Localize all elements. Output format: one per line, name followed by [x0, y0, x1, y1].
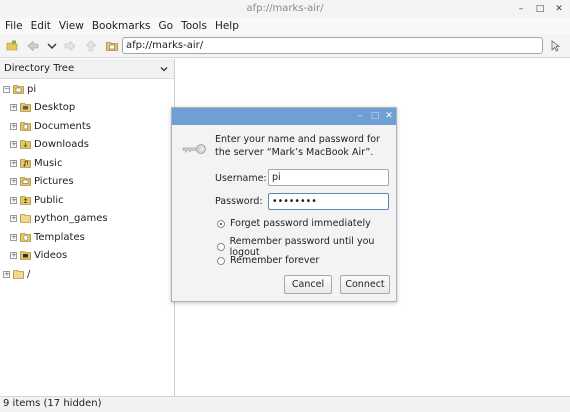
dialog-titlebar[interactable]: – □ ✕ — [172, 108, 396, 125]
expand-icon[interactable]: + — [10, 122, 17, 130]
tree-item-label: Downloads — [34, 138, 89, 150]
expand-icon[interactable]: + — [3, 270, 10, 278]
toolbar: afp://marks-air/ — [0, 34, 570, 58]
expand-icon[interactable]: + — [10, 251, 17, 259]
folder-icon — [13, 269, 24, 279]
tree-item-videos[interactable]: + Videos — [10, 248, 67, 262]
maximize-icon[interactable]: □ — [535, 4, 545, 14]
menu-bookmarks[interactable]: Bookmarks — [92, 20, 151, 32]
public-folder-icon — [20, 195, 31, 205]
tree-item-public[interactable]: + Public — [10, 193, 64, 207]
home-folder-icon[interactable] — [106, 40, 118, 52]
tree-item-pi[interactable]: − pi — [3, 82, 36, 96]
address-bar[interactable]: afp://marks-air/ — [122, 37, 543, 54]
tree-item-label: Music — [34, 157, 63, 169]
expand-icon[interactable]: + — [10, 103, 17, 111]
music-folder-icon — [20, 158, 31, 168]
back-icon[interactable] — [27, 40, 39, 52]
tree-item-music[interactable]: + Music — [10, 156, 62, 170]
dialog-close-icon[interactable]: ✕ — [384, 111, 394, 121]
videos-folder-icon — [20, 250, 31, 260]
menu-view[interactable]: View — [59, 20, 84, 32]
window-controls: – □ ✕ — [516, 0, 564, 18]
option-label: Forget password immediately — [230, 218, 371, 229]
tree-item-label: pi — [27, 83, 37, 95]
connect-button[interactable]: Connect — [340, 275, 390, 294]
tree-item-templates[interactable]: + Templates — [10, 230, 85, 244]
menu-tools[interactable]: Tools — [181, 20, 207, 32]
auth-dialog: – □ ✕ Enter your name and password for t… — [171, 107, 397, 302]
desktop-folder-icon — [20, 102, 31, 112]
radio-icon[interactable] — [217, 256, 225, 265]
expand-icon[interactable]: + — [10, 159, 17, 167]
folder-icon — [20, 213, 31, 223]
menu-file[interactable]: File — [5, 20, 23, 32]
option-remember-forever[interactable]: Remember forever — [217, 255, 319, 266]
status-text: 9 items (17 hidden) — [3, 398, 102, 409]
tree-item-python-games[interactable]: + python_games — [10, 211, 108, 225]
tree-item-label: Desktop — [34, 101, 76, 113]
up-icon[interactable] — [85, 40, 97, 52]
expand-icon[interactable]: + — [10, 214, 17, 222]
documents-folder-icon — [20, 121, 31, 131]
menu-help[interactable]: Help — [215, 20, 239, 32]
username-field[interactable]: pi — [268, 169, 389, 186]
tree-item-label: Videos — [34, 249, 68, 261]
expand-icon[interactable]: + — [10, 140, 17, 148]
downloads-folder-icon — [20, 139, 31, 149]
tree-item-documents[interactable]: + Documents — [10, 119, 91, 133]
directory-tree-header[interactable]: Directory Tree — [0, 59, 174, 79]
forward-icon[interactable] — [64, 40, 76, 52]
window-title: afp://marks-air/ — [246, 3, 324, 14]
dialog-message: Enter your name and password for the ser… — [215, 134, 380, 158]
close-icon[interactable]: ✕ — [554, 4, 564, 14]
directory-tree-panel: Directory Tree − pi + Desktop + Document… — [0, 59, 175, 396]
password-field[interactable]: •••••••• — [268, 193, 389, 210]
tree-item-label: python_games — [34, 212, 108, 224]
tree-item-label: Documents — [34, 120, 92, 132]
menu-go[interactable]: Go — [159, 20, 174, 32]
home-folder-icon — [13, 84, 24, 94]
tree-item-downloads[interactable]: + Downloads — [10, 137, 89, 151]
expand-icon[interactable]: + — [10, 233, 17, 241]
directory-tree-title: Directory Tree — [4, 63, 75, 74]
expand-icon[interactable]: + — [10, 196, 17, 204]
radio-icon[interactable] — [217, 243, 225, 251]
cancel-button[interactable]: Cancel — [284, 275, 332, 294]
go-icon[interactable] — [549, 40, 561, 52]
window-titlebar: afp://marks-air/ – □ ✕ — [0, 0, 570, 18]
status-bar: 9 items (17 hidden) — [0, 396, 570, 412]
key-icon — [182, 144, 206, 154]
tree-item-label: / — [27, 268, 31, 280]
menu-bar: File Edit View Bookmarks Go Tools Help — [0, 18, 570, 34]
tree-item-label: Public — [34, 194, 64, 206]
new-tab-icon[interactable] — [6, 40, 18, 52]
collapse-icon[interactable]: − — [3, 85, 10, 93]
templates-folder-icon — [20, 232, 31, 242]
dialog-minimize-icon[interactable]: – — [355, 111, 365, 121]
tree-item-desktop[interactable]: + Desktop — [10, 100, 75, 114]
tree-item-label: Templates — [34, 231, 85, 243]
username-label: Username: — [215, 173, 267, 184]
option-forget-immediately[interactable]: Forget password immediately — [217, 218, 371, 229]
option-label: Remember forever — [230, 255, 320, 266]
chevron-down-icon[interactable] — [160, 65, 168, 73]
tree-item-filesystem-root[interactable]: + / — [3, 267, 30, 281]
password-label: Password: — [215, 196, 263, 207]
history-dropdown-icon[interactable] — [46, 40, 58, 52]
tree-item-pictures[interactable]: + Pictures — [10, 174, 74, 188]
radio-selected-icon[interactable] — [217, 219, 225, 228]
pictures-folder-icon — [20, 176, 31, 186]
menu-edit[interactable]: Edit — [31, 20, 51, 32]
minimize-icon[interactable]: – — [516, 4, 526, 14]
dialog-maximize-icon: □ — [370, 111, 380, 121]
tree-item-label: Pictures — [34, 175, 74, 187]
expand-icon[interactable]: + — [10, 177, 17, 185]
